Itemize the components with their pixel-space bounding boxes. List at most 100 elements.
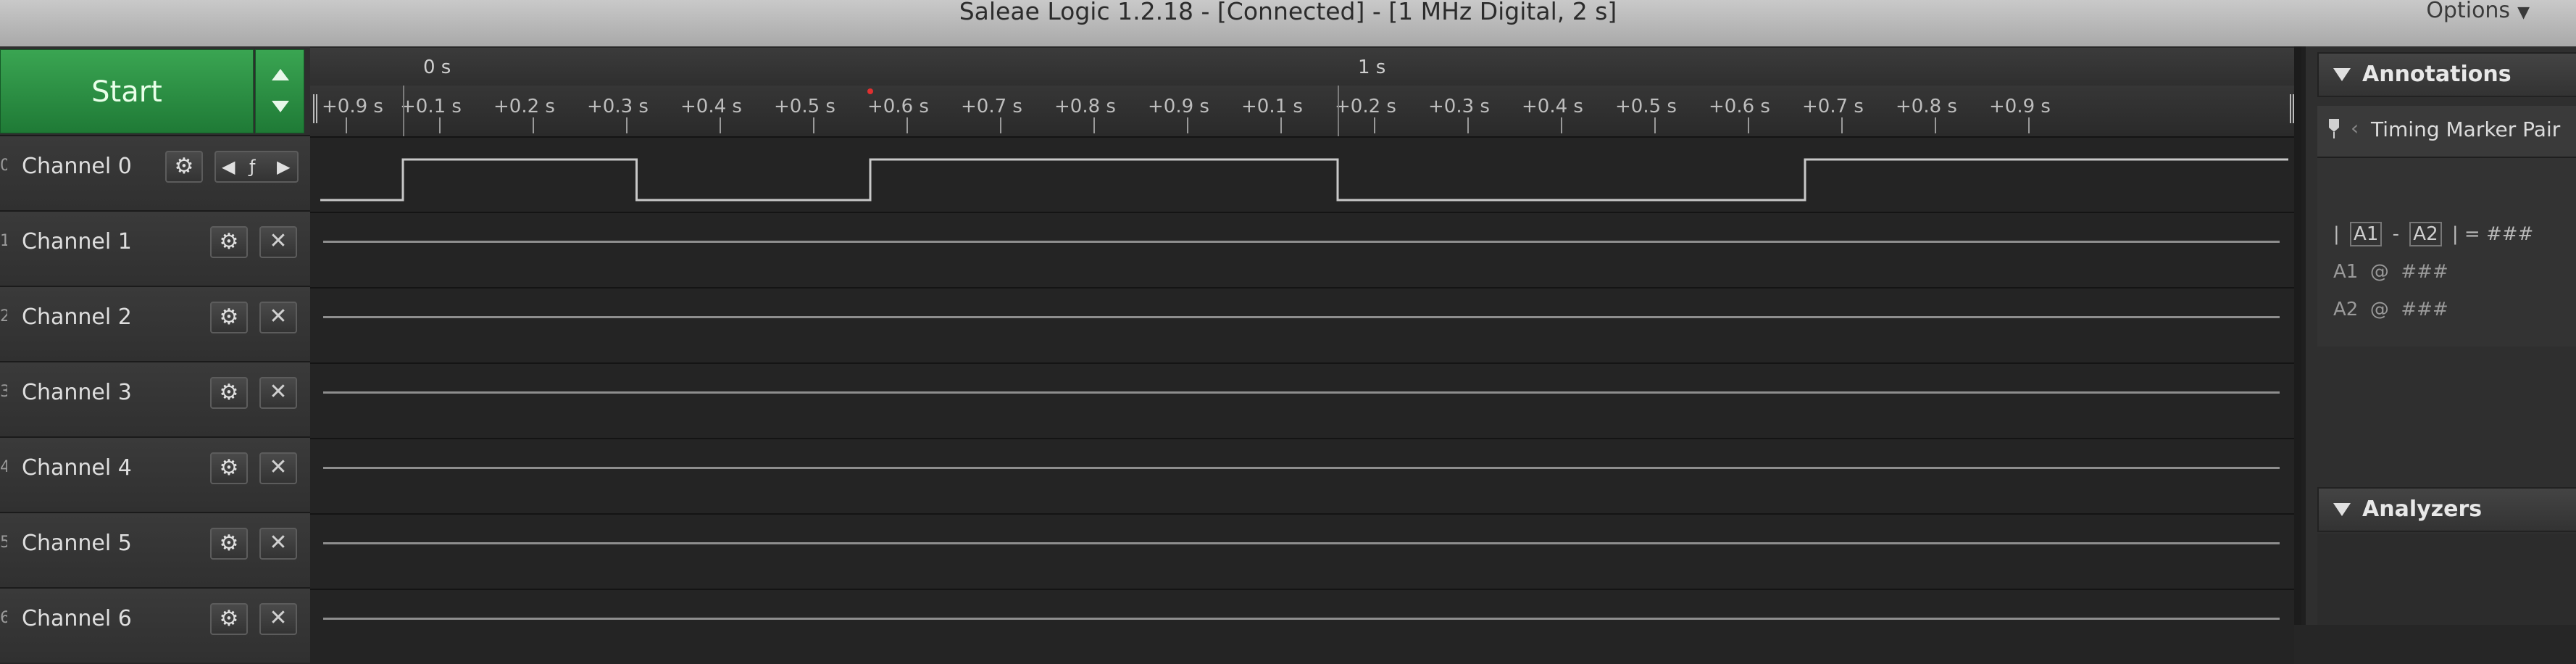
tick-label: +0.9 s	[1148, 96, 1209, 117]
track-channel-5[interactable]	[310, 513, 2294, 589]
timing-marker-pair-label: Timing Marker Pair	[2371, 117, 2561, 141]
channel-label: Channel 4	[22, 455, 132, 481]
channel-label: Channel 3	[22, 380, 132, 405]
tick-label: +0.1 s	[400, 96, 462, 117]
tick-mark	[2028, 117, 2030, 133]
channel-row-3[interactable]: 3 Channel 3 ⚙ ✕	[0, 361, 310, 436]
annotation-details: | A1 - A2 | = ### A1 @ ### A2 @ ###	[2317, 158, 2576, 346]
waveform-trace	[320, 158, 2288, 202]
marker-value: ###	[2401, 299, 2448, 320]
tick-label: +0.7 s	[1802, 96, 1864, 117]
tick-label: +0.2 s	[1335, 96, 1396, 117]
ruler-handle-left[interactable]	[313, 94, 317, 123]
track-channel-1[interactable]	[310, 212, 2294, 287]
arrow-down-icon	[272, 101, 289, 112]
pin-icon	[2329, 119, 2339, 138]
close-icon[interactable]: ✕	[259, 603, 297, 635]
gear-icon[interactable]: ⚙	[210, 603, 248, 635]
channel-index: 0	[0, 157, 7, 175]
tick-mark	[439, 117, 441, 133]
signal-line	[323, 241, 2280, 243]
marker-a2-chip[interactable]: A2	[2409, 222, 2442, 246]
signal-line	[323, 391, 2280, 394]
gear-icon[interactable]: ⚙	[165, 151, 203, 183]
channel-row-2[interactable]: 2 Channel 2 ⚙ ✕	[0, 286, 310, 361]
trigger-prev-button[interactable]: ◀	[222, 152, 235, 181]
vertical-scrollbar[interactable]	[2294, 46, 2301, 625]
signal-line	[323, 316, 2280, 318]
tick-mark	[1000, 117, 1001, 133]
title-bar: Saleae Logic 1.2.18 - [Connected] - [1 M…	[0, 0, 2576, 48]
major-time-label: 1 s	[1358, 57, 1386, 78]
channel-index: 4	[0, 458, 7, 476]
annotations-title: Annotations	[2362, 62, 2512, 87]
close-icon[interactable]: ✕	[259, 302, 297, 333]
channel-label: Channel 2	[22, 304, 132, 330]
marker-name: A1	[2333, 261, 2359, 283]
timing-marker-pair[interactable]: ‹ Timing Marker Pair	[2317, 106, 2576, 158]
time-ruler-minor[interactable]: +0.9 s +0.1 s +0.2 s +0.3 s +0.4 s +0.5 s +0.6…	[310, 86, 2300, 138]
tick-mark	[1093, 117, 1095, 133]
channel-row-5[interactable]: 5 Channel 5 ⚙ ✕	[0, 512, 310, 587]
track-channel-6[interactable]	[310, 589, 2294, 664]
tick-mark	[1467, 117, 1469, 133]
tick-mark	[1935, 117, 1936, 133]
close-icon[interactable]: ✕	[259, 452, 297, 484]
options-button[interactable]: Options ▼	[2426, 0, 2530, 22]
tick-label: +0.8 s	[1054, 96, 1116, 117]
major-tick-line	[1338, 86, 1339, 136]
trigger-edge-button[interactable]: ƒ	[249, 152, 255, 181]
track-channel-3[interactable]	[310, 362, 2294, 438]
tick-mark	[533, 117, 534, 133]
annotations-header[interactable]: Annotations	[2317, 52, 2576, 97]
close-icon[interactable]: ✕	[259, 528, 297, 560]
channel-index: 5	[0, 534, 7, 552]
marker-a1-chip[interactable]: A1	[2350, 222, 2383, 246]
tick-mark	[1748, 117, 1749, 133]
time-ruler-major[interactable]: 0 s 1 s	[310, 48, 2300, 86]
channel-label: Channel 6	[22, 606, 132, 631]
close-icon[interactable]: ✕	[259, 226, 297, 258]
track-channel-2[interactable]	[310, 287, 2294, 362]
channel-0-waveform	[320, 158, 2288, 202]
at-sign: @	[2369, 261, 2389, 283]
gear-icon[interactable]: ⚙	[210, 302, 248, 333]
difference-value: ###	[2485, 223, 2534, 245]
gear-icon[interactable]: ⚙	[210, 452, 248, 484]
gear-icon[interactable]: ⚙	[210, 528, 248, 560]
tick-label: +0.9 s	[322, 96, 383, 117]
marker-value: ###	[2401, 261, 2448, 283]
minus-sign: -	[2392, 223, 2400, 245]
channel-row-6[interactable]: 6 Channel 6 ⚙ ✕	[0, 587, 310, 663]
tick-label: +0.3 s	[1428, 96, 1490, 117]
tick-mark	[720, 117, 721, 133]
gear-icon[interactable]: ⚙	[210, 226, 248, 258]
channel-row-0[interactable]: 0 Channel 0 ⚙ ◀ ƒ ▶	[0, 135, 310, 210]
gear-icon[interactable]: ⚙	[210, 377, 248, 409]
channel-row-4[interactable]: 4 Channel 4 ⚙ ✕	[0, 436, 310, 512]
abs-bar: |	[2451, 223, 2459, 245]
trigger-marker	[867, 88, 873, 94]
collapse-icon	[2333, 503, 2351, 516]
tick-mark	[1561, 117, 1562, 133]
tick-label: +0.2 s	[493, 96, 555, 117]
channel-row-1[interactable]: 1 Channel 1 ⚙ ✕	[0, 210, 310, 286]
marker-a2-time: A2 @ ###	[2333, 299, 2448, 320]
tick-mark	[1841, 117, 1843, 133]
start-button[interactable]: Start	[0, 49, 254, 133]
tick-label: +0.5 s	[774, 96, 835, 117]
tick-label: +0.4 s	[1522, 96, 1583, 117]
arrow-up-icon	[272, 69, 289, 80]
analyzers-title: Analyzers	[2362, 497, 2483, 522]
track-channel-4[interactable]	[310, 438, 2294, 513]
start-options-button[interactable]	[255, 49, 304, 133]
trigger-next-button[interactable]: ▶	[277, 152, 290, 181]
close-icon[interactable]: ✕	[259, 377, 297, 409]
trigger-selector: ◀ ƒ ▶	[214, 151, 299, 183]
analyzers-header[interactable]: Analyzers	[2317, 487, 2576, 532]
tick-mark	[1654, 117, 1656, 133]
signal-line	[323, 542, 2280, 544]
waveform-view[interactable]: 0 s 1 s +0.9 s +0.1 s +0.2 s +0.3 s +0.4 s +0…	[310, 46, 2300, 664]
analyzers-list	[2317, 534, 2576, 625]
chevron-left-icon: ‹	[2351, 116, 2359, 140]
